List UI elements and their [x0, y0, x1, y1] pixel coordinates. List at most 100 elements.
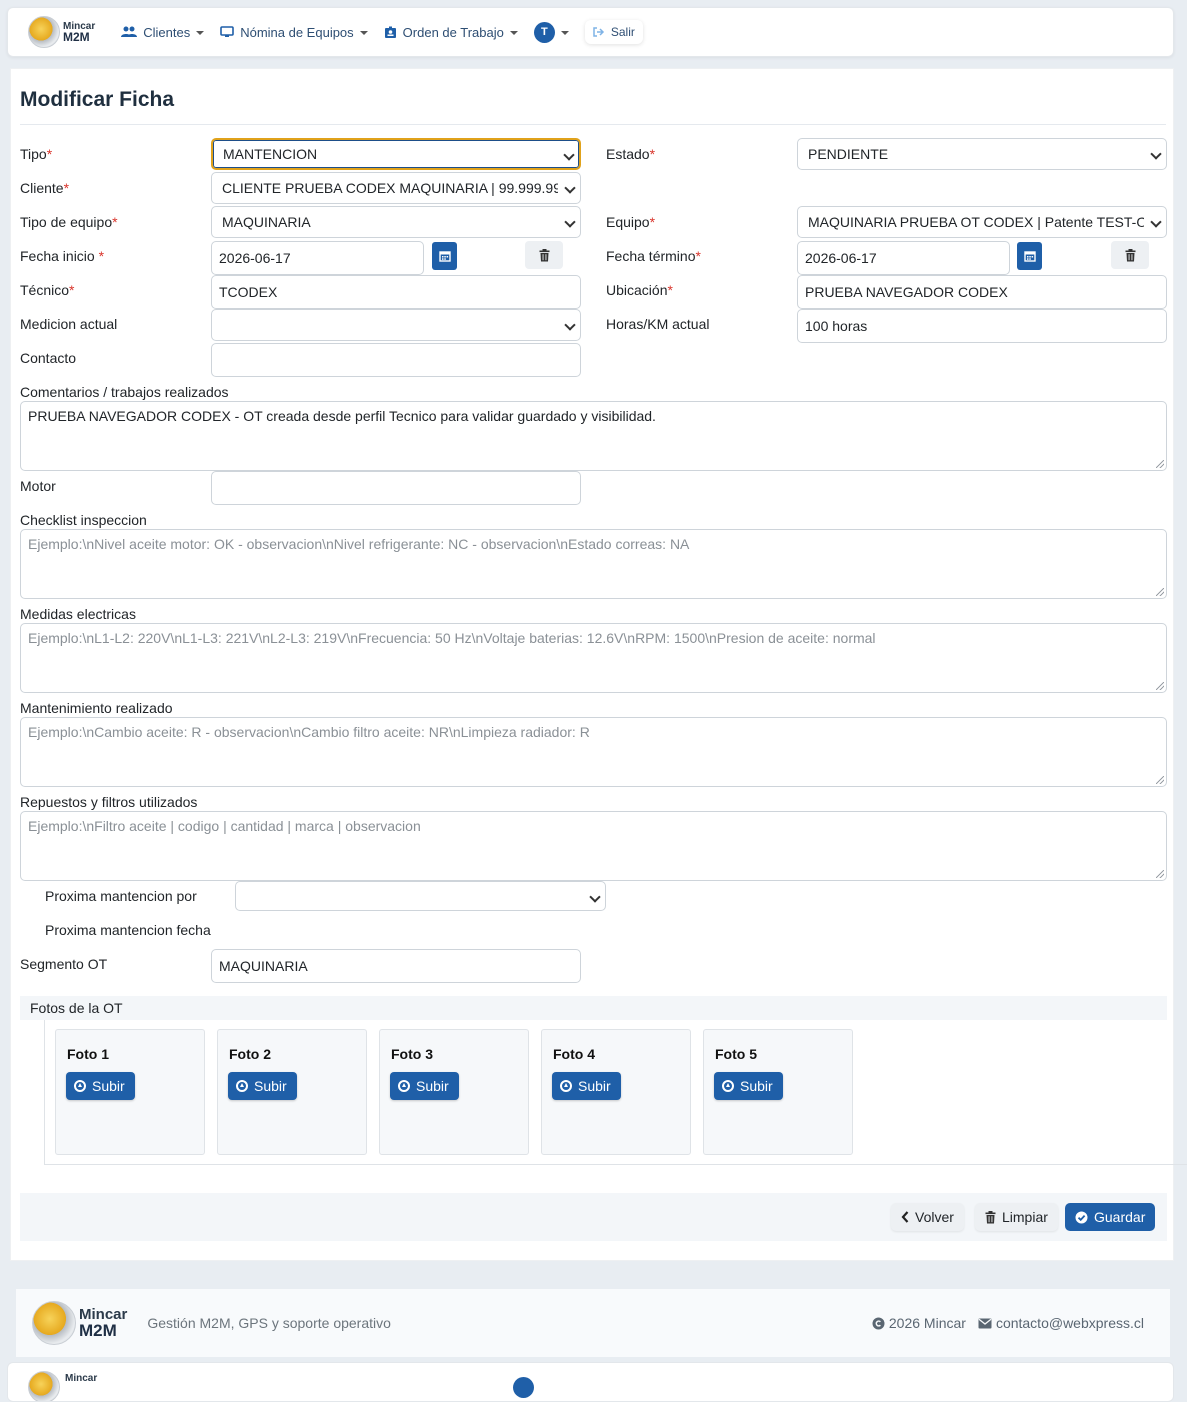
tipo-equipo-select[interactable]: MAQUINARIA — [211, 206, 581, 238]
id-card-icon — [384, 26, 396, 38]
upload-button-foto-4[interactable]: Subir — [552, 1072, 621, 1100]
medidas-textarea[interactable]: Ejemplo:\nL1-L2: 220V\nL1-L3: 221V\nL2-L… — [20, 623, 1167, 693]
page-footer: Mincar M2M Gestión M2M, GPS y soporte op… — [16, 1289, 1170, 1357]
foto-title: Foto 2 — [229, 1046, 271, 1062]
logo-text-line2: M2M — [63, 30, 90, 44]
tecnico-label: Técnico* — [20, 282, 75, 298]
footer-email[interactable]: contacto@webxpress.cl — [978, 1315, 1144, 1331]
proxima-por-label: Proxima mantencion por — [45, 888, 197, 904]
title-divider — [20, 124, 1166, 125]
proxima-por-select[interactable] — [235, 881, 606, 911]
fecha-termino-clear-button[interactable] — [1111, 241, 1149, 269]
caret-down-icon — [509, 31, 518, 35]
user-menu[interactable]: T — [533, 21, 569, 43]
tecnico-input[interactable]: TCODEX — [211, 275, 581, 309]
required-marker: * — [69, 282, 75, 298]
trash-icon — [1125, 248, 1135, 261]
chevron-left-icon — [901, 1211, 909, 1223]
motor-input[interactable] — [211, 471, 581, 505]
cliente-select[interactable]: CLIENTE PRUEBA CODEX MAQUINARIA | 99.999… — [211, 172, 581, 204]
foto-card-5: Foto 5 Subir — [703, 1029, 853, 1155]
segmento-input[interactable]: MAQUINARIA — [211, 949, 581, 983]
upload-icon — [398, 1080, 410, 1092]
caret-down-icon — [359, 31, 368, 35]
equipo-select[interactable]: MAQUINARIA PRUEBA OT CODEX | Patente TES… — [797, 206, 1167, 238]
sign-out-icon — [593, 27, 604, 37]
required-marker: * — [649, 214, 656, 230]
calendar-icon — [1023, 251, 1036, 262]
trash-icon — [985, 1210, 996, 1223]
duplicate-navbar-partial: Mincar — [7, 1362, 1174, 1402]
save-button[interactable]: Guardar — [1065, 1203, 1156, 1231]
estado-select[interactable]: PENDIENTE — [797, 138, 1167, 170]
footer-logo: Mincar M2M — [32, 1301, 127, 1345]
upload-icon — [236, 1080, 248, 1092]
monitor-icon — [220, 26, 235, 37]
tipo-select[interactable]: MANTENCION — [211, 138, 581, 170]
users-icon — [121, 26, 138, 37]
required-marker: * — [112, 214, 118, 230]
upload-button-foto-2[interactable]: Subir — [228, 1072, 297, 1100]
upload-button-foto-5[interactable]: Subir — [714, 1072, 783, 1100]
upload-button-foto-3[interactable]: Subir — [390, 1072, 459, 1100]
proxima-fecha-label: Proxima mantencion fecha — [45, 922, 211, 938]
fecha-inicio-label: Fecha inicio * — [20, 248, 105, 264]
equipo-label: Equipo* — [606, 214, 656, 230]
upload-icon — [74, 1080, 86, 1092]
trash-icon — [539, 248, 549, 261]
foto-title: Foto 4 — [553, 1046, 595, 1062]
required-marker: * — [667, 282, 673, 298]
nav-orden-trabajo[interactable]: Orden de Trabajo — [384, 25, 518, 40]
horas-km-input[interactable]: 100 horas — [797, 309, 1167, 343]
footer-copyright: 2026 Mincar — [872, 1315, 966, 1331]
estado-label: Estado* — [606, 146, 656, 162]
logo-text-line1: Mincar — [65, 1373, 98, 1384]
footer-tagline: Gestión M2M, GPS y soporte operativo — [147, 1315, 391, 1331]
clear-button[interactable]: Limpiar — [975, 1203, 1058, 1231]
fecha-termino-input[interactable]: 2026-06-17 — [797, 241, 1010, 275]
foto-card-4: Foto 4 Subir — [541, 1029, 691, 1155]
medicion-select[interactable] — [211, 309, 581, 341]
upload-button-foto-1[interactable]: Subir — [66, 1072, 135, 1100]
foto-card-3: Foto 3 Subir — [379, 1029, 529, 1155]
contacto-label: Contacto — [20, 350, 77, 366]
fotos-section-header: Fotos de la OT — [20, 996, 1167, 1020]
checklist-label: Checklist inspeccion — [20, 512, 147, 528]
footer-logo-line2: M2M — [79, 1321, 117, 1340]
top-navbar: Mincar M2M Clientes Nómina de Equipos Or… — [7, 7, 1174, 57]
repuestos-textarea[interactable]: Ejemplo:\nFiltro aceite | codigo | canti… — [20, 811, 1167, 881]
cliente-label: Cliente* — [20, 180, 70, 196]
nav-orden-label: Orden de Trabajo — [402, 24, 504, 40]
fecha-termino-label: Fecha término* — [606, 248, 701, 264]
upload-icon — [560, 1080, 572, 1092]
fecha-inicio-input[interactable]: 2026-06-17 — [211, 241, 424, 275]
foto-title: Foto 5 — [715, 1046, 757, 1062]
required-marker: * — [649, 146, 656, 162]
ubicacion-input[interactable]: PRUEBA NAVEGADOR CODEX — [797, 275, 1167, 309]
back-button[interactable]: Volver — [891, 1203, 964, 1231]
brand-logo[interactable]: Mincar M2M — [28, 16, 95, 48]
foto-card-2: Foto 2 Subir — [217, 1029, 367, 1155]
mantenimiento-label: Mantenimiento realizado — [20, 700, 173, 716]
tipo-label: Tipo* — [20, 146, 53, 162]
required-marker: * — [98, 248, 105, 264]
foto-title: Foto 3 — [391, 1046, 433, 1062]
fecha-inicio-calendar-button[interactable] — [432, 242, 457, 270]
checklist-textarea[interactable]: Ejemplo:\nNivel aceite motor: OK - obser… — [20, 529, 1167, 599]
required-marker: * — [63, 180, 70, 196]
nav-clientes[interactable]: Clientes — [121, 25, 205, 40]
check-circle-icon — [1075, 1211, 1088, 1223]
nav-menu: Clientes Nómina de Equipos Orden de Trab… — [121, 20, 643, 44]
fecha-inicio-clear-button[interactable] — [525, 241, 563, 269]
upload-icon — [722, 1080, 734, 1092]
nav-nomina-equipos[interactable]: Nómina de Equipos — [220, 24, 368, 40]
medicion-label: Medicion actual — [20, 316, 118, 332]
nav-nomina-label: Nómina de Equipos — [240, 24, 354, 40]
logo-badge-icon — [28, 1371, 60, 1401]
logout-button[interactable]: Salir — [584, 20, 643, 44]
fecha-termino-calendar-button[interactable] — [1017, 242, 1042, 270]
comentarios-textarea[interactable]: PRUEBA NAVEGADOR CODEX - OT creada desde… — [20, 401, 1167, 471]
mantenimiento-textarea[interactable]: Ejemplo:\nCambio aceite: R - observacion… — [20, 717, 1167, 787]
logo-badge-icon — [32, 1301, 76, 1345]
contacto-input[interactable] — [211, 343, 581, 377]
